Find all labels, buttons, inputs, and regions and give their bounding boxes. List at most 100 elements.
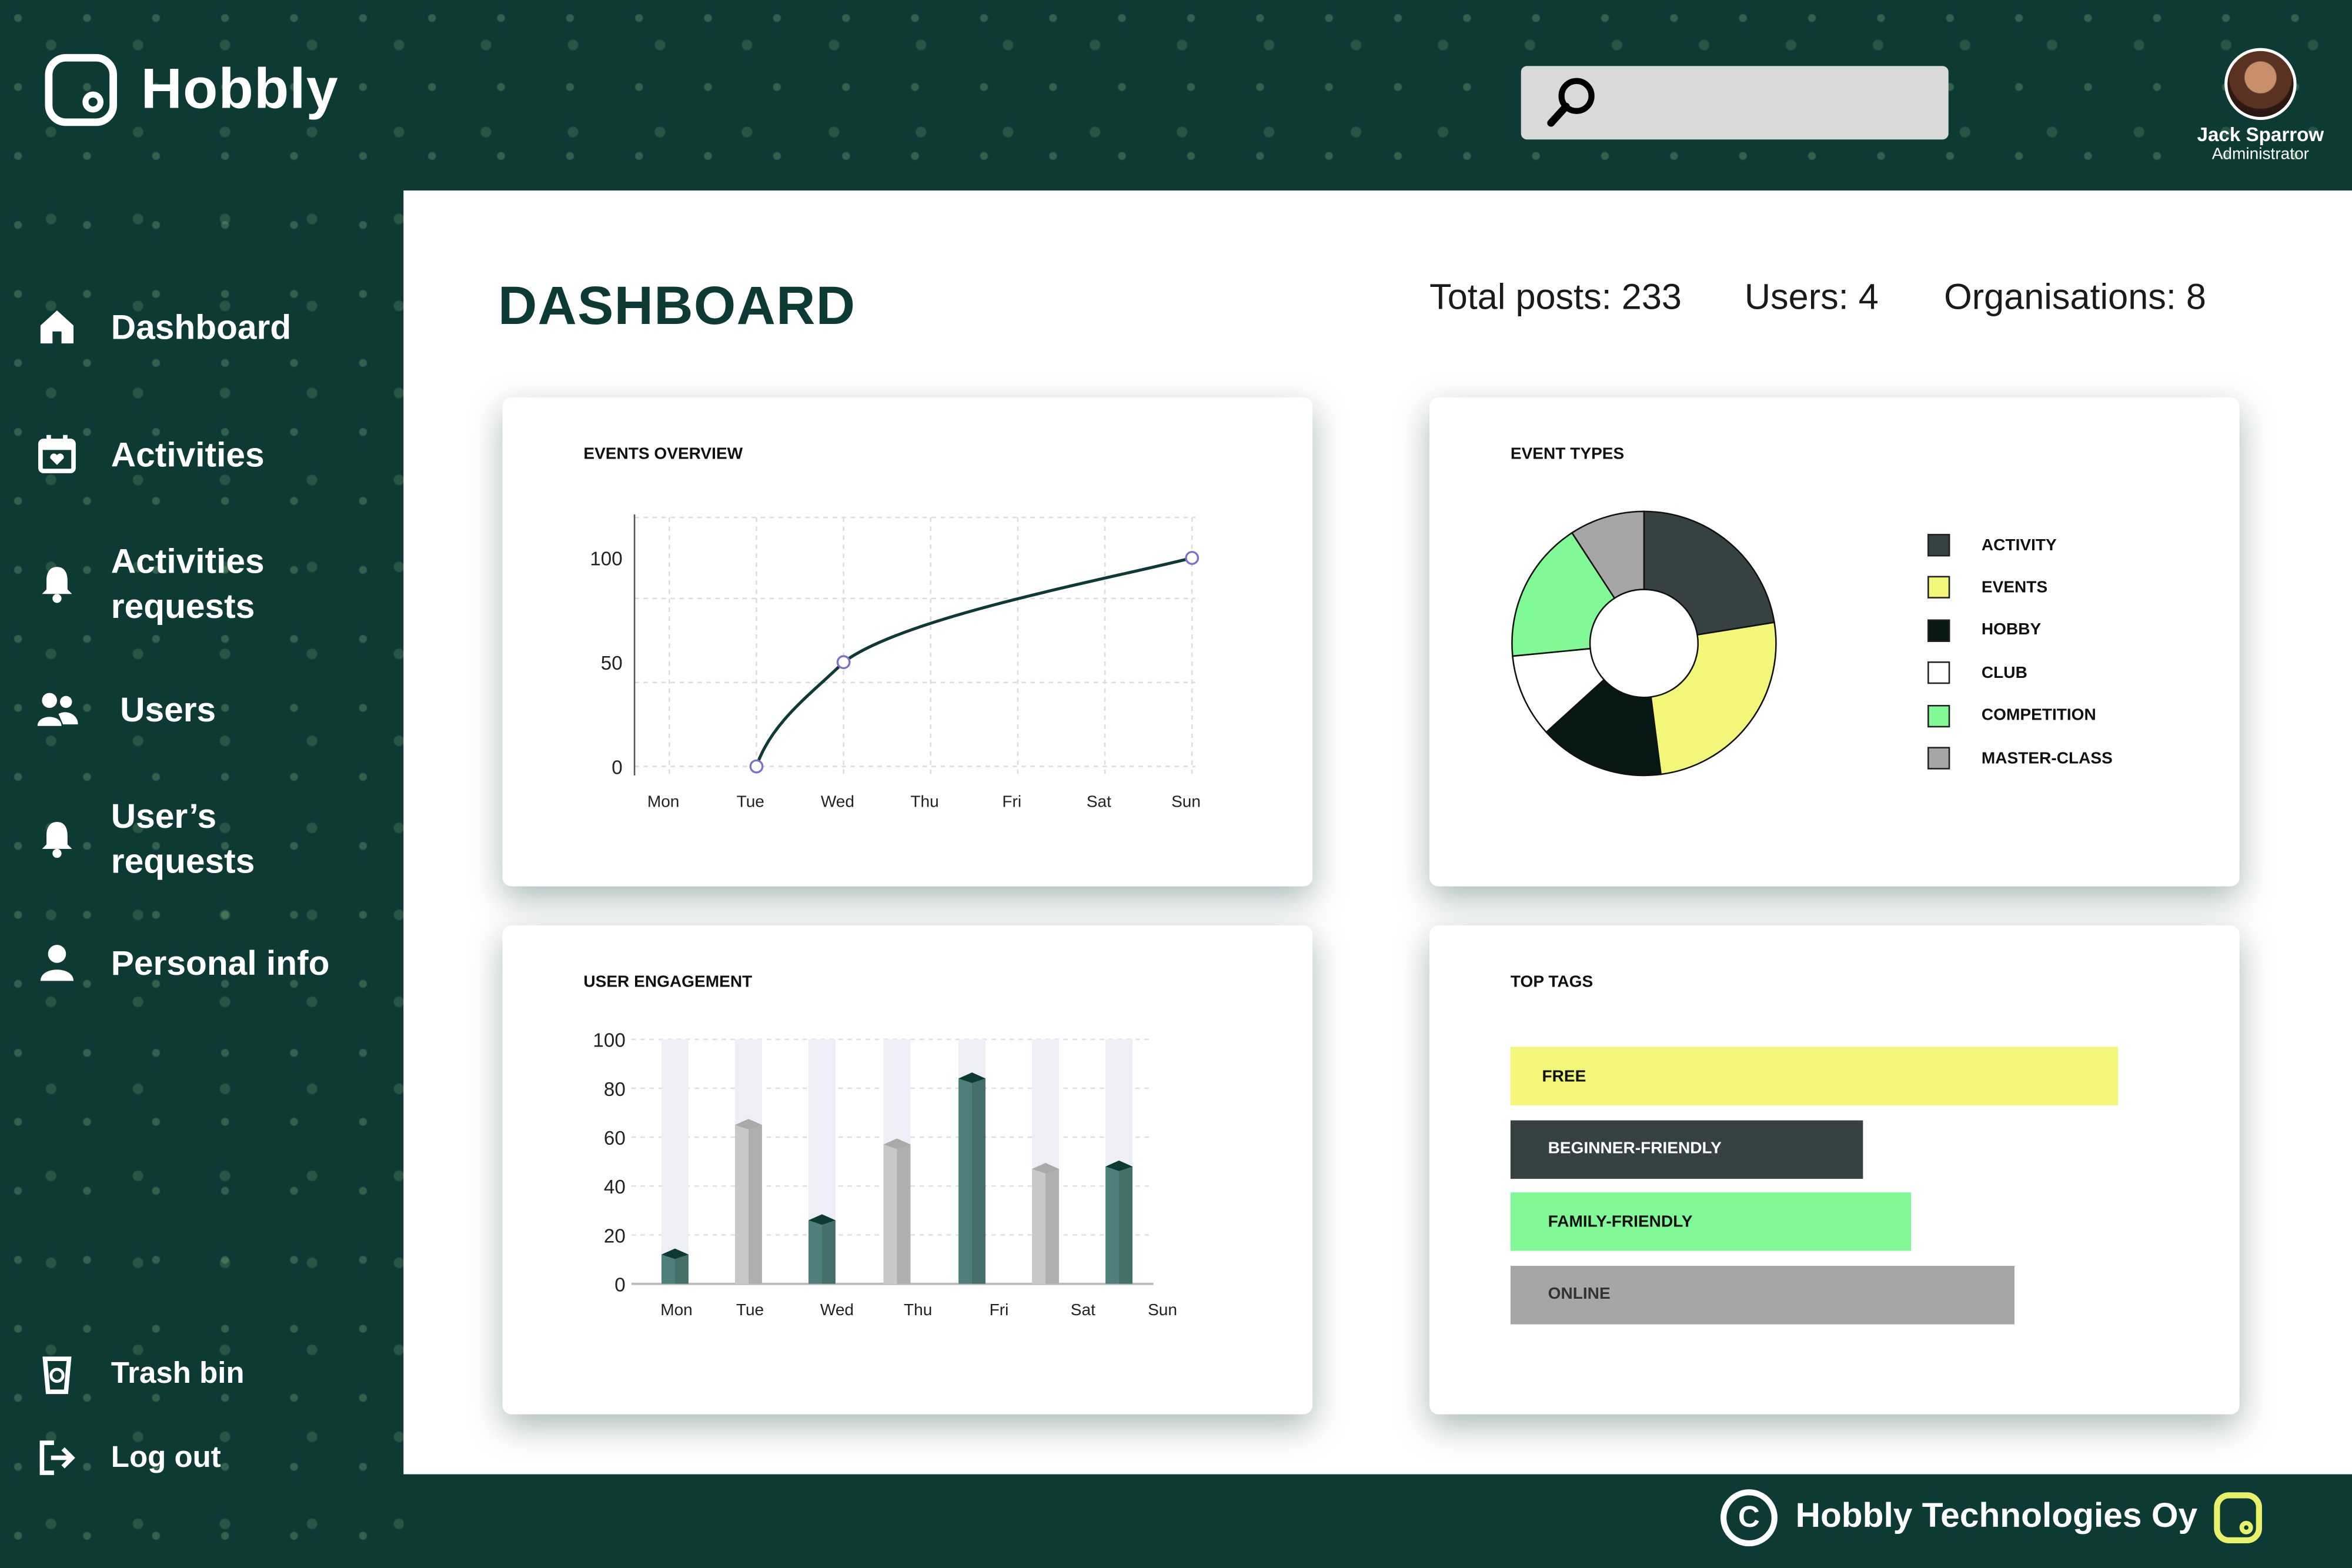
avatar[interactable] <box>2224 48 2297 121</box>
sidebar-item-label: Activities requests <box>111 541 265 626</box>
user-profile[interactable]: Jack Sparrow Administrator <box>2183 48 2338 163</box>
y-tick-label: 40 <box>604 1176 626 1198</box>
x-tick-label: Mon <box>647 792 680 810</box>
legend-label: ACTIVITY <box>1981 536 2057 554</box>
x-tick-label: Tue <box>736 1300 764 1319</box>
sidebar-item-label: Personal info <box>111 942 330 982</box>
x-tick-label: Fri <box>1002 792 1021 810</box>
tag-bar[interactable]: FREE <box>1510 1047 2119 1106</box>
event-types-chart <box>1511 510 1777 777</box>
legend-label: CLUB <box>1981 664 2027 682</box>
sidebar-item-personal-info[interactable]: Personal info <box>36 942 329 984</box>
tag-bar[interactable]: BEGINNER-FRIENDLY <box>1510 1119 1863 1178</box>
app-logo[interactable]: Hobbly <box>45 54 339 126</box>
x-tick-label: Wed <box>820 1300 854 1319</box>
bar-shade <box>748 1125 762 1284</box>
bell-icon <box>42 821 72 858</box>
legend-swatch <box>1927 704 1950 727</box>
sidebar-item-label: Activities <box>111 434 265 473</box>
user-engagement-chart: 0 20 40 60 80 100 Mon Tue Wed Thu Fri Sat Sun <box>593 1030 1177 1319</box>
calendar-icon <box>38 434 76 473</box>
x-tick-label: Sun <box>1171 792 1201 810</box>
y-tick-label: 60 <box>604 1128 626 1149</box>
organisations-stat: Organisations: 8 <box>1944 277 2206 318</box>
tag-label: ONLINE <box>1548 1285 1611 1303</box>
event-types-card: EVENT TYPES ACTIVITY EVENTS HOBBY CLUB COMPE… <box>1429 397 2240 887</box>
sidebar-item-label: User’s requests <box>111 796 255 881</box>
y-tick-label: 100 <box>590 549 622 570</box>
events-overview-card: EVENTS OVERVIEW 0 50 100 Mon Tue Wed Thu Fri Sat… <box>502 397 1313 887</box>
sidebar-item-label: Users <box>120 689 216 728</box>
total-posts-stat: Total posts: 233 <box>1429 277 1682 318</box>
card-title: TOP TAGS <box>1510 973 1593 992</box>
legend-item: HOBBY <box>1927 619 2041 642</box>
series-line <box>755 556 1192 767</box>
tag-bar[interactable]: FAMILY-FRIENDLY <box>1510 1192 1912 1251</box>
x-tick-label: Mon <box>660 1300 693 1319</box>
search-input[interactable] <box>1616 81 1938 126</box>
footer-company: Hobbly Technologies Oy <box>1795 1495 2198 1534</box>
tag-label: FAMILY-FRIENDLY <box>1548 1212 1693 1231</box>
bar-shade <box>674 1254 689 1284</box>
legend-swatch <box>1927 619 1950 642</box>
y-tick-label: 20 <box>604 1225 626 1247</box>
app-name: Hobbly <box>141 58 339 121</box>
x-tick-label: Thu <box>910 792 938 810</box>
x-tick-label: Thu <box>904 1300 932 1319</box>
events-overview-chart: 0 50 100 Mon Tue Wed Thu Fri Sat Sun <box>590 514 1201 810</box>
trash-icon <box>42 1356 72 1395</box>
user-role: Administrator <box>2211 145 2310 164</box>
sidebar-item-activities-requests[interactable]: Activities requests <box>36 539 336 628</box>
data-point <box>1185 551 1200 565</box>
x-tick-label: Fri <box>990 1300 1009 1319</box>
legend-label: EVENTS <box>1981 579 2048 597</box>
pie-slice <box>1650 621 1777 775</box>
sidebar-item-label: Trash bin <box>111 1356 245 1390</box>
bar-shade <box>1045 1169 1060 1284</box>
legend-swatch <box>1927 534 1950 557</box>
tag-bar[interactable]: ONLINE <box>1510 1265 2015 1324</box>
page-title: DASHBOARD <box>497 274 856 336</box>
bar-shade <box>897 1144 911 1284</box>
footer: C Hobbly Technologies Oy <box>403 1474 2352 1567</box>
legend-label: COMPETITION <box>1981 706 2096 725</box>
person-icon <box>40 945 74 981</box>
bar-shade <box>821 1220 836 1284</box>
x-tick-label: Sat <box>1087 792 1111 810</box>
tag-label: BEGINNER-FRIENDLY <box>1548 1139 1722 1158</box>
sidebar-item-dashboard[interactable]: Dashboard <box>36 306 291 347</box>
legend-item: COMPETITION <box>1927 704 2096 727</box>
bar-shade <box>1119 1166 1133 1284</box>
search-icon[interactable] <box>1545 75 1599 129</box>
pie-slice <box>1643 510 1775 636</box>
x-tick-label: Wed <box>821 792 854 810</box>
legend-item: CLUB <box>1927 661 2027 684</box>
sidebar-item-users[interactable]: Users <box>36 688 216 730</box>
legend-label: MASTER-CLASS <box>1981 749 2113 767</box>
sidebar-item-activities[interactable]: Activities <box>36 433 265 475</box>
data-point <box>749 759 764 774</box>
legend-swatch <box>1927 576 1950 599</box>
sidebar-item-trash-bin[interactable]: Trash bin <box>36 1353 245 1395</box>
copyright-icon: C <box>1720 1489 1778 1547</box>
main-content: DASHBOARD Total posts: 233 Users: 4 Orga… <box>403 190 2352 1475</box>
legend-item: ACTIVITY <box>1927 534 2057 557</box>
bar-background <box>661 1039 689 1284</box>
logout-icon <box>39 1440 75 1475</box>
sidebar-item-log-out[interactable]: Log out <box>36 1437 221 1479</box>
x-tick-label: Tue <box>737 792 764 810</box>
home-icon <box>40 310 74 344</box>
sidebar-item-users-requests[interactable]: User’s requests <box>36 793 336 883</box>
tag-label: FREE <box>1542 1067 1586 1085</box>
data-point <box>836 655 851 670</box>
hobbly-logo-icon <box>2214 1492 2262 1543</box>
search-bar[interactable] <box>1521 66 1949 140</box>
legend-swatch <box>1927 661 1950 684</box>
legend-swatch <box>1927 747 1950 770</box>
y-tick-label: 0 <box>612 757 622 778</box>
hobbly-logo-icon <box>45 54 117 126</box>
users-icon <box>37 693 78 726</box>
user-name: Jack Sparrow <box>2197 123 2324 146</box>
legend-item: EVENTS <box>1927 576 2048 599</box>
y-tick-label: 100 <box>593 1030 625 1052</box>
